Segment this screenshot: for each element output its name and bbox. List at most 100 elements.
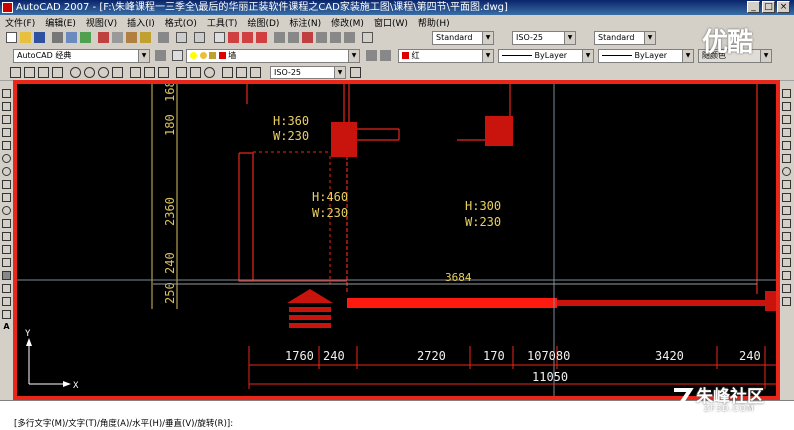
circle-icon[interactable]	[2, 167, 11, 176]
erase-icon[interactable]	[782, 89, 791, 98]
copy-icon[interactable]	[112, 32, 123, 43]
construction-line-icon[interactable]	[2, 102, 11, 111]
design-center-icon[interactable]	[288, 32, 299, 43]
table-style-icon[interactable]	[582, 32, 593, 43]
menu-edit[interactable]: 编辑(E)	[40, 16, 81, 29]
undo-icon[interactable]	[176, 32, 187, 43]
diameter-icon[interactable]	[98, 67, 109, 78]
help-icon[interactable]	[362, 32, 373, 43]
leader-icon[interactable]	[176, 67, 187, 78]
array-icon[interactable]	[782, 141, 791, 150]
menu-format[interactable]: 格式(O)	[160, 16, 202, 29]
break-icon[interactable]	[782, 245, 791, 254]
jogged-icon[interactable]	[84, 67, 95, 78]
minimize-button[interactable]: _	[747, 1, 760, 13]
make-current-layer-icon[interactable]	[366, 50, 377, 61]
center-mark-icon[interactable]	[204, 67, 215, 78]
tool-palettes-icon[interactable]	[302, 32, 313, 43]
dim-style-select-2[interactable]: ISO-25 ▼	[270, 66, 346, 79]
quick-dim-icon[interactable]	[130, 67, 141, 78]
sheet-set-icon[interactable]	[316, 32, 327, 43]
zoom-previous-icon[interactable]	[256, 32, 267, 43]
new-file-icon[interactable]	[6, 32, 17, 43]
workspace-settings-icon[interactable]	[155, 50, 166, 61]
print-preview-icon[interactable]	[66, 32, 77, 43]
publish-icon[interactable]	[80, 32, 91, 43]
multiline-text-icon[interactable]: A	[2, 323, 11, 332]
redo-icon[interactable]	[194, 32, 205, 43]
layer-select[interactable]: 墙 ▼	[186, 49, 360, 63]
menu-window[interactable]: 窗口(W)	[369, 16, 413, 29]
linetype-select[interactable]: ByLayer ▼	[498, 49, 594, 63]
workspace-select[interactable]: AutoCAD 经典 ▼	[13, 49, 150, 63]
make-block-icon[interactable]	[2, 245, 11, 254]
text-style-select[interactable]: Standard ▼	[432, 31, 494, 45]
ellipse-icon[interactable]	[2, 206, 11, 215]
trim-icon[interactable]	[782, 206, 791, 215]
layer-on-icon[interactable]	[190, 52, 197, 59]
arc-length-icon[interactable]	[38, 67, 49, 78]
cut-icon[interactable]	[98, 32, 109, 43]
rotate-icon[interactable]	[782, 167, 791, 176]
menu-draw[interactable]: 绘图(D)	[242, 16, 284, 29]
table-icon[interactable]	[2, 310, 11, 319]
match-properties-icon[interactable]	[140, 32, 151, 43]
menu-tools[interactable]: 工具(T)	[202, 16, 243, 29]
properties-icon[interactable]	[274, 32, 285, 43]
explode-icon[interactable]	[782, 297, 791, 306]
region-icon[interactable]	[2, 297, 11, 306]
dim-style-icon[interactable]	[500, 32, 511, 43]
rectangle-icon[interactable]	[2, 141, 11, 150]
offset-icon[interactable]	[782, 128, 791, 137]
stretch-icon[interactable]	[782, 193, 791, 202]
point-icon[interactable]	[2, 258, 11, 267]
radius-icon[interactable]	[70, 67, 81, 78]
aligned-dim-icon[interactable]	[24, 67, 35, 78]
calculator-icon[interactable]	[344, 32, 355, 43]
hatch-icon[interactable]	[2, 271, 11, 280]
close-button[interactable]: ×	[777, 1, 790, 13]
autocad-app-icon[interactable]	[2, 2, 13, 13]
zoom-window-icon[interactable]	[242, 32, 253, 43]
layer-lock-icon[interactable]	[209, 52, 217, 59]
baseline-icon[interactable]	[144, 67, 155, 78]
menu-help[interactable]: 帮助(H)	[413, 16, 455, 29]
ellipse-arc-icon[interactable]	[2, 219, 11, 228]
dim-update-icon[interactable]	[250, 67, 261, 78]
ordinate-icon[interactable]	[52, 67, 63, 78]
print-icon[interactable]	[52, 32, 63, 43]
polyline-icon[interactable]	[2, 115, 11, 124]
copy-object-icon[interactable]	[782, 102, 791, 111]
menu-modify[interactable]: 修改(M)	[326, 16, 369, 29]
paste-icon[interactable]	[126, 32, 137, 43]
spline-icon[interactable]	[2, 193, 11, 202]
angular-icon[interactable]	[112, 67, 123, 78]
menu-insert[interactable]: 插入(I)	[122, 16, 160, 29]
layer-freeze-icon[interactable]	[199, 52, 207, 59]
insert-block-icon[interactable]	[2, 232, 11, 241]
open-folder-icon[interactable]	[20, 32, 31, 43]
move-icon[interactable]	[782, 154, 791, 163]
arc-icon[interactable]	[2, 154, 11, 163]
dim-text-edit-icon[interactable]	[236, 67, 247, 78]
dim-style-manager-icon[interactable]	[350, 67, 361, 78]
line-icon[interactable]	[2, 89, 11, 98]
layer-previous-icon[interactable]	[380, 50, 391, 61]
menu-dimension[interactable]: 标注(N)	[284, 16, 326, 29]
scale-icon[interactable]	[782, 180, 791, 189]
break-at-point-icon[interactable]	[782, 232, 791, 241]
gradient-icon[interactable]	[2, 284, 11, 293]
table-style-select[interactable]: Standard ▼	[594, 31, 656, 45]
menu-view[interactable]: 视图(V)	[81, 16, 122, 29]
pan-icon[interactable]	[214, 32, 225, 43]
text-style-icon[interactable]	[420, 32, 431, 43]
fillet-icon[interactable]	[782, 284, 791, 293]
mirror-icon[interactable]	[782, 115, 791, 124]
dim-style-select[interactable]: ISO-25 ▼	[512, 31, 576, 45]
join-icon[interactable]	[782, 258, 791, 267]
menu-file[interactable]: 文件(F)	[0, 16, 40, 29]
zoom-realtime-icon[interactable]	[228, 32, 239, 43]
block-editor-icon[interactable]	[158, 32, 169, 43]
markup-icon[interactable]	[330, 32, 341, 43]
layer-manager-icon[interactable]	[172, 50, 183, 61]
